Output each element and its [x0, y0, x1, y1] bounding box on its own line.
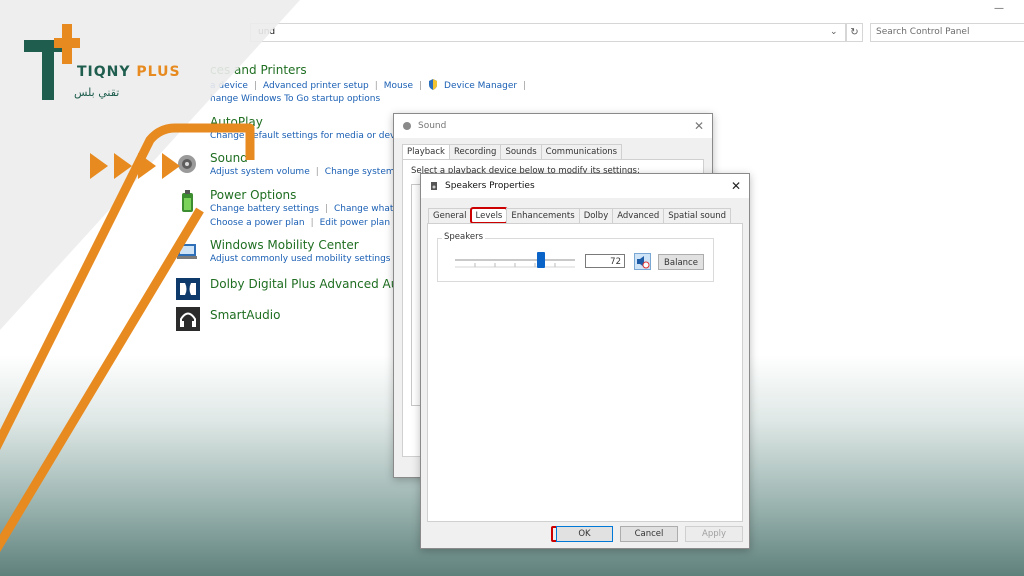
- search-placeholder: Search Control Panel: [876, 27, 970, 37]
- sound-dialog-titlebar: Sound ✕: [394, 114, 712, 138]
- speakers-titlebar: Speakers Properties ✕: [421, 174, 749, 198]
- brand-name-main: TIQNY: [77, 64, 131, 80]
- tab-sounds[interactable]: Sounds: [500, 144, 542, 159]
- minimize-button[interactable]: —: [994, 3, 1004, 14]
- tab-spatial-sound[interactable]: Spatial sound: [663, 208, 731, 223]
- link-device-manager[interactable]: Device Manager: [444, 81, 517, 91]
- close-icon[interactable]: ✕: [694, 119, 704, 133]
- balance-button[interactable]: Balance: [658, 254, 704, 270]
- speakers-dialog-title: Speakers Properties: [445, 181, 535, 191]
- apply-button[interactable]: Apply: [685, 526, 743, 542]
- cancel-button[interactable]: Cancel: [620, 526, 678, 542]
- close-icon[interactable]: ✕: [731, 179, 741, 193]
- address-bar[interactable]: [250, 23, 846, 42]
- tab-general[interactable]: General: [428, 208, 472, 223]
- sound-dialog-title: Sound: [418, 121, 447, 131]
- tab-enhancements[interactable]: Enhancements: [506, 208, 580, 223]
- brand-name-plus: PLUS: [136, 64, 181, 80]
- separator: |: [324, 204, 328, 214]
- link-mouse[interactable]: Mouse: [384, 81, 413, 91]
- speaker-small-icon: [429, 181, 439, 191]
- separator: |: [374, 81, 378, 91]
- brand-arabic-name: تقني بلس: [74, 86, 120, 99]
- tab-levels[interactable]: Levels: [469, 207, 509, 224]
- speaker-small-icon: [402, 121, 412, 131]
- tab-dolby[interactable]: Dolby: [578, 208, 614, 223]
- tab-recording[interactable]: Recording: [448, 144, 502, 159]
- speaker-mute-icon: [637, 256, 650, 269]
- separator: |: [523, 81, 527, 91]
- sound-tabs: Playback Recording Sounds Communications: [402, 144, 712, 159]
- shield-icon: [428, 79, 438, 93]
- volume-slider-thumb[interactable]: [537, 252, 546, 268]
- speakers-group-label: Speakers: [442, 232, 486, 242]
- speakers-properties-dialog: Speakers Properties ✕ General Levels Enh…: [420, 173, 750, 549]
- tab-playback[interactable]: Playback: [402, 144, 450, 159]
- link-change-system-sounds[interactable]: Change system s: [325, 167, 402, 177]
- link-edit-power-plan[interactable]: Edit power plan: [320, 218, 390, 228]
- ok-button[interactable]: OK: [556, 526, 613, 542]
- volume-slider-ticks: [455, 255, 575, 268]
- address-dropdown-icon[interactable]: ⌄: [830, 27, 838, 37]
- mute-button[interactable]: [634, 253, 651, 270]
- brand-name: TIQNY PLUS: [77, 64, 181, 80]
- speakers-tabs: General Levels Enhancements Dolby Advanc…: [428, 207, 749, 224]
- tab-advanced[interactable]: Advanced: [612, 208, 665, 223]
- tab-communications[interactable]: Communications: [540, 144, 623, 159]
- refresh-button[interactable]: ↻: [846, 23, 863, 42]
- volume-value-field[interactable]: 72: [585, 254, 625, 268]
- separator: |: [418, 81, 423, 91]
- levels-tab-panel: Speakers 72 Balance: [427, 223, 743, 522]
